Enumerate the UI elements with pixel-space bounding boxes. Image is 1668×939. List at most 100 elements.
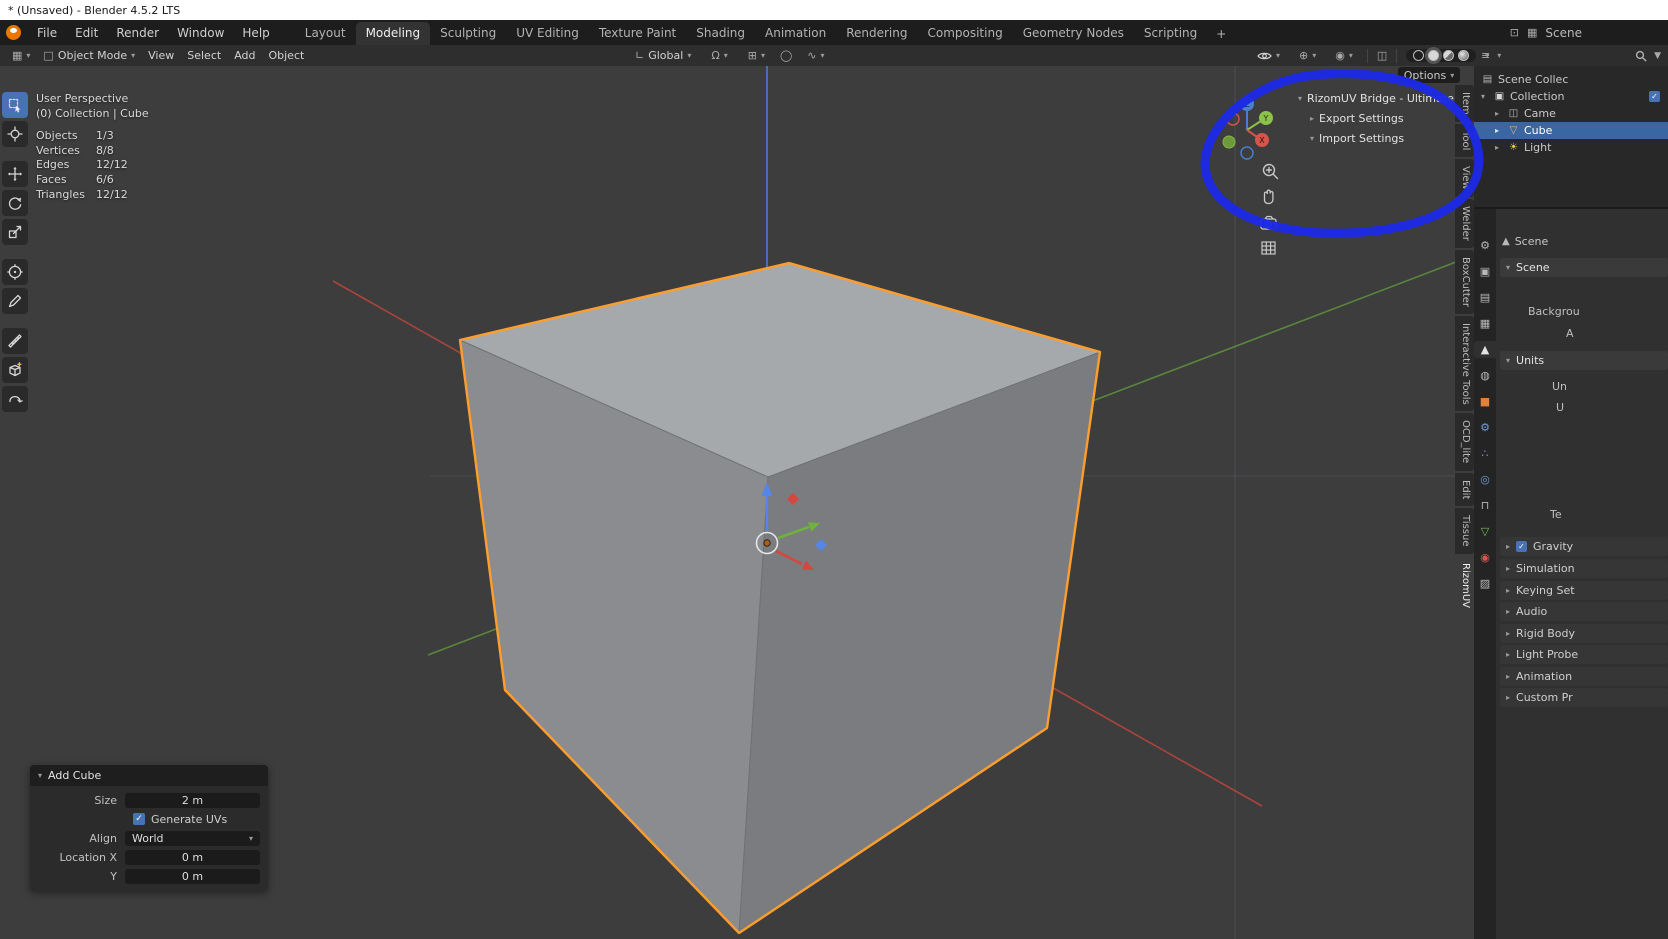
workspace-tab-uv-editing[interactable]: UV Editing [506, 22, 589, 45]
search-icon[interactable] [1635, 50, 1647, 62]
shading-wireframe-button[interactable] [1413, 50, 1425, 61]
outliner-row-light[interactable]: ▸ ☀ Light [1474, 139, 1668, 156]
menu-help[interactable]: Help [233, 24, 278, 42]
sidebar-tab-tissue[interactable]: Tissue [1455, 508, 1474, 554]
expand-icon[interactable]: ▸ [1495, 109, 1503, 118]
props-tab-physics-icon[interactable]: ◎ [1474, 471, 1496, 488]
outliner-row-collection[interactable]: ▾ ▣ Collection ✓ [1474, 88, 1668, 105]
gravity-checkbox[interactable]: ✓ [1516, 541, 1528, 552]
tool-cursor[interactable] [2, 121, 28, 147]
workspace-tab-layout[interactable]: Layout [295, 22, 356, 45]
workspace-tab-compositing[interactable]: Compositing [917, 22, 1012, 45]
add-workspace-button[interactable]: + [1207, 23, 1235, 45]
tool-scale[interactable] [2, 219, 28, 245]
nav-y-ball[interactable] [1259, 111, 1273, 125]
props-tab-world-icon[interactable]: ◍ [1474, 367, 1496, 384]
nav-z-ball[interactable] [1240, 97, 1254, 111]
gravity-panel[interactable]: ▸ ✓ Gravity [1500, 537, 1668, 556]
sidebar-tab-interactive-tools[interactable]: Interactive Tools [1455, 315, 1474, 412]
expand-icon[interactable]: ▸ [1495, 143, 1503, 152]
outliner-row-scene-collection[interactable]: ▤ Scene Collec [1474, 71, 1668, 88]
props-tab-material-icon[interactable]: ◉ [1474, 549, 1496, 566]
nav-minus-y-ball[interactable] [1222, 135, 1236, 149]
navigation-gizmo[interactable]: Z Y X [1222, 97, 1273, 160]
expand-icon[interactable]: ▸ [1495, 126, 1503, 135]
light-probe-panel[interactable]: ▸ Light Probe [1500, 645, 1668, 664]
location-x-field[interactable]: 0 m [125, 849, 260, 865]
size-field[interactable]: 2 m [125, 792, 260, 808]
menu-window[interactable]: Window [168, 24, 233, 42]
gizmo-z-plane-handle[interactable] [815, 539, 827, 551]
gizmo-z-arrow[interactable] [761, 482, 773, 496]
cube-left-face[interactable] [460, 340, 768, 933]
mode-selector[interactable]: □ Object Mode ▾ [38, 48, 140, 63]
sidebar-tab-tool[interactable]: Tool [1455, 123, 1474, 158]
props-tab-texture-icon[interactable]: ▨ [1474, 575, 1496, 592]
rizomuv-panel-header[interactable]: ▾ RizomUV Bridge - Ultimate Edi [1298, 88, 1458, 108]
tool-annotate[interactable] [2, 288, 28, 314]
outliner-row-cube[interactable]: ▸ ▽ Cube [1474, 122, 1668, 139]
gizmos-toggle[interactable]: ⊕ ▾ [1294, 48, 1321, 63]
props-tab-tool-icon[interactable]: ⚙ [1474, 237, 1496, 254]
blender-logo-icon[interactable] [6, 25, 21, 40]
overlays-toggle[interactable]: ◉ ▾ [1330, 48, 1358, 63]
zoom-icon[interactable] [1262, 163, 1279, 180]
workspace-tab-sculpting[interactable]: Sculpting [430, 22, 506, 45]
tool-measure[interactable] [2, 328, 28, 354]
collection-checkbox[interactable]: ✓ [1649, 91, 1660, 102]
tool-rotate[interactable] [2, 190, 28, 216]
editor-type-selector[interactable]: ▦ ▾ [7, 48, 35, 63]
snap-target-selector[interactable]: ⊞ ▾ [743, 48, 770, 63]
menu-edit[interactable]: Edit [66, 24, 107, 42]
workspace-tab-shading[interactable]: Shading [686, 22, 755, 45]
props-tab-data-icon[interactable]: ▽ [1474, 523, 1496, 540]
animation-panel[interactable]: ▸ Animation [1500, 667, 1668, 686]
pan-hand-icon[interactable] [1263, 189, 1274, 205]
proportional-edit-toggle[interactable]: ◯ [780, 49, 792, 62]
tool-spin[interactable] [2, 386, 28, 412]
menu-object[interactable]: Object [263, 48, 309, 63]
props-tab-output-icon[interactable]: ▤ [1474, 289, 1496, 306]
expand-icon[interactable]: ▾ [1481, 92, 1489, 101]
custom-properties-panel[interactable]: ▸ Custom Pr [1500, 688, 1668, 707]
nav-x-ball[interactable] [1255, 133, 1269, 147]
workspace-tab-modeling[interactable]: Modeling [355, 22, 431, 45]
sidebar-tab-view[interactable]: View [1455, 159, 1474, 197]
props-tab-constraints-icon[interactable]: ⊓ [1474, 497, 1496, 514]
export-settings-panel[interactable]: ▸ Export Settings [1298, 108, 1458, 128]
cube-right-face[interactable] [739, 352, 1100, 933]
tool-transform[interactable] [2, 259, 28, 285]
menu-file[interactable]: File [28, 24, 66, 42]
menu-add[interactable]: Add [229, 48, 260, 63]
camera-view-icon[interactable] [1260, 215, 1277, 230]
filter-icon[interactable]: ▼ [1654, 51, 1661, 61]
keying-set-panel[interactable]: ▸ Keying Set [1500, 581, 1668, 600]
gizmo-x-arrow[interactable] [801, 560, 814, 570]
props-tab-render-icon[interactable]: ▣ [1474, 263, 1496, 280]
shading-material-button[interactable] [1443, 50, 1455, 61]
props-tab-modifiers-icon[interactable]: ⚙ [1474, 419, 1496, 436]
nav-minus-z-ball[interactable] [1240, 146, 1254, 160]
falloff-selector[interactable]: ∿ ▾ [802, 48, 829, 63]
sidebar-tab-item[interactable]: Item [1455, 85, 1474, 122]
viewlayer-image-icon[interactable]: ▦ [1527, 26, 1537, 39]
gizmo-x-plane-handle[interactable] [787, 493, 799, 505]
location-y-field[interactable]: 0 m [125, 868, 260, 884]
props-tab-view-layer-icon[interactable]: ▦ [1474, 315, 1496, 332]
rigid-body-panel[interactable]: ▸ Rigid Body [1500, 624, 1668, 643]
transform-orientation-selector[interactable]: ∟ Global ▾ [630, 48, 696, 63]
nav-minus-x-ball[interactable] [1226, 112, 1240, 126]
generate-uvs-checkbox[interactable]: ✓ [133, 813, 145, 825]
chevron-down-icon[interactable]: ▾ [1485, 51, 1489, 60]
sidebar-tab-welder[interactable]: Welder [1455, 198, 1474, 248]
xray-toggle[interactable]: ◫ [1377, 49, 1387, 62]
props-tab-scene-icon[interactable]: ▲ [1474, 341, 1496, 358]
gizmo-center-ring[interactable] [755, 531, 779, 555]
visibility-toggle[interactable]: ▾ [1252, 50, 1285, 62]
window-layout-icon[interactable]: ⊡ [1510, 26, 1519, 39]
sidebar-tab-rizomuv[interactable]: RizomUV [1455, 555, 1474, 615]
menu-view[interactable]: View [143, 48, 179, 63]
shading-rendered-button[interactable] [1458, 50, 1470, 61]
simulation-panel[interactable]: ▸ Simulation [1500, 559, 1668, 578]
sidebar-tab-edit[interactable]: Edit [1455, 472, 1474, 507]
